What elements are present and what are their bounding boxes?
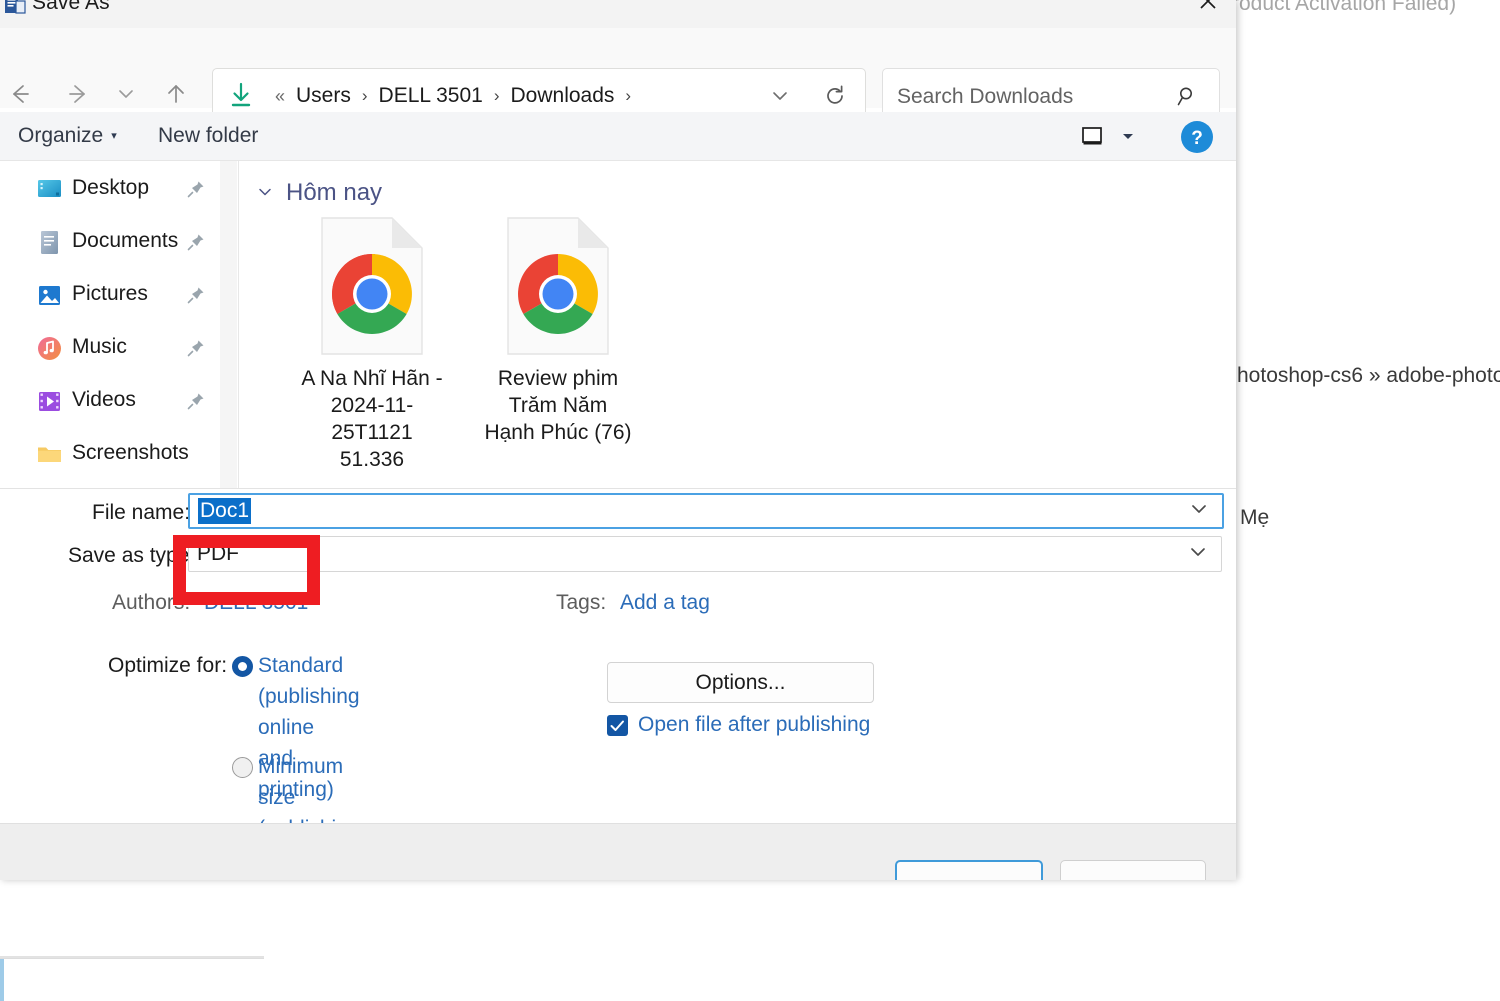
background-divider [0,958,264,959]
file-tile[interactable]: A Na Nhĩ Hãn - 2024-11-25T1121 51.336 [298,216,446,473]
pictures-icon [36,282,63,309]
background-title-text: roduct Activation Failed) [1232,0,1457,15]
open-file-after-publishing-label: Open file after publishing [638,713,871,736]
background-selection-accent [0,959,4,1001]
file-name-label: File name: [92,501,191,524]
background-tabstrip [0,880,8,956]
pin-icon[interactable] [186,338,206,363]
chevron-down-icon[interactable] [108,74,144,114]
dialog-title: Save As [32,0,110,14]
dialog-title-bar: Save As [0,0,1236,28]
save-as-type-label: Save as type: [68,544,196,567]
music-icon [36,335,63,362]
file-tile[interactable]: Review phim Trăm Năm Hạnh Phúc (76) [484,216,632,446]
chevron-down-icon[interactable] [1188,498,1210,525]
search-icon[interactable] [1173,84,1199,115]
documents-icon [36,229,63,256]
file-tile-label: Review phim Trăm Năm Hạnh Phúc (76) [484,367,632,444]
file-browser-pane: Desktop Documents Pictures Music Videos … [0,161,1236,488]
arrow-right-icon[interactable] [58,74,98,114]
sidebar-scrollbar[interactable] [220,161,453,488]
pin-icon[interactable] [186,391,206,416]
chevron-down-icon[interactable] [256,183,274,204]
sidebar-item-documents[interactable]: Documents [0,216,218,269]
sidebar-item-pictures[interactable]: Pictures [0,269,218,322]
command-bar: Organize ▾ New folder ? [0,112,1236,160]
sidebar-item-label: Videos [72,388,136,411]
checkmark-icon [607,714,628,736]
chevron-down-icon[interactable] [1187,541,1209,568]
sidebar-item-desktop[interactable]: Desktop [0,163,218,216]
pin-icon[interactable] [186,232,206,257]
help-icon[interactable]: ? [1180,120,1214,154]
save-as-type-select[interactable]: PDF [188,536,1222,572]
sidebar-item-music[interactable]: Music [0,322,218,375]
options-button[interactable]: Options... [607,662,874,703]
arrow-left-icon[interactable] [0,74,40,114]
caret-down-icon: ▾ [111,129,117,142]
file-group-label: Hôm nay [286,179,383,206]
pin-icon[interactable] [186,179,206,204]
footer-divider [0,823,1236,824]
breadcrumb-separator: › [625,86,632,105]
sidebar-item-label: Music [72,335,127,358]
view-layout-icon[interactable] [1072,120,1112,152]
breadcrumb-item-users[interactable]: Users [294,84,353,108]
downloads-icon [227,81,255,111]
radio-selected-icon [232,656,253,677]
desktop-icon [36,176,63,203]
sidebar-item-videos[interactable]: Videos [0,375,218,428]
file-group-header[interactable]: Hôm nay [256,179,382,207]
tags-label: Tags: [556,591,607,614]
breadcrumb-overflow[interactable]: « [265,86,294,107]
optimize-for-label: Optimize for: [108,654,228,677]
sidebar-item-label: Desktop [72,176,150,199]
open-file-after-publishing-checkbox[interactable]: Open file after publishing [607,713,870,737]
cancel-button[interactable] [1060,860,1206,880]
chrome-html-document-icon [504,216,612,356]
file-name-value: Doc1 [198,498,252,524]
radio-unselected-icon [232,757,253,778]
save-as-type-value: PDF [197,542,239,565]
sidebar-item-label: Screenshots [72,441,189,464]
background-path-text: hotoshop-cs6 » adobe-photos [1237,364,1500,387]
file-tile-label: A Na Nhĩ Hãn - 2024-11-25T1121 51.336 [301,367,443,471]
chrome-html-document-icon [318,216,426,356]
save-as-dialog: Save As « Users › DELL 3501 › Downloads … [0,0,1236,880]
folder-icon [36,441,63,468]
videos-icon [36,388,63,415]
file-name-input[interactable]: Doc1 [188,493,1224,529]
breadcrumb-item-downloads[interactable]: Downloads [509,84,617,108]
options-button-label: Options... [695,670,786,694]
svg-text:?: ? [1191,128,1203,149]
add-a-tag-link[interactable]: Add a tag [620,591,710,615]
dialog-footer [0,823,1236,880]
new-folder-button[interactable]: New folder [152,120,264,152]
document-save-icon [4,0,26,15]
breadcrumb-separator: › [361,86,368,105]
breadcrumb-separator: › [493,86,500,105]
organize-label: Organize [18,124,104,147]
close-icon[interactable] [1185,0,1231,16]
file-list[interactable]: Hôm nay A Na Nhĩ Hãn - 2024-11-25T1121 5… [239,161,1207,488]
sidebar-item-label: Documents [72,229,179,252]
authors-value[interactable]: DELL 3501 [204,591,308,615]
navigation-bar: « Users › DELL 3501 › Downloads › Search… [0,28,1236,124]
background-list-text: Mẹ [1240,506,1270,529]
save-button[interactable] [895,860,1043,880]
sidebar-item-screenshots[interactable]: Screenshots [0,428,218,481]
search-placeholder: Search Downloads [897,85,1074,108]
breadcrumb-item-user[interactable]: DELL 3501 [377,84,485,108]
caret-down-icon[interactable] [1114,120,1142,152]
sidebar-item-label: Pictures [72,282,148,305]
new-folder-label: New folder [158,124,259,147]
save-form: File name: Doc1 Save as type: PDF Author… [0,489,1236,871]
organize-button[interactable]: Organize ▾ [10,120,125,152]
arrow-up-icon[interactable] [156,74,196,114]
authors-label: Authors: [112,591,191,614]
pin-icon[interactable] [186,285,206,310]
navigation-sidebar[interactable]: Desktop Documents Pictures Music Videos … [0,161,218,488]
